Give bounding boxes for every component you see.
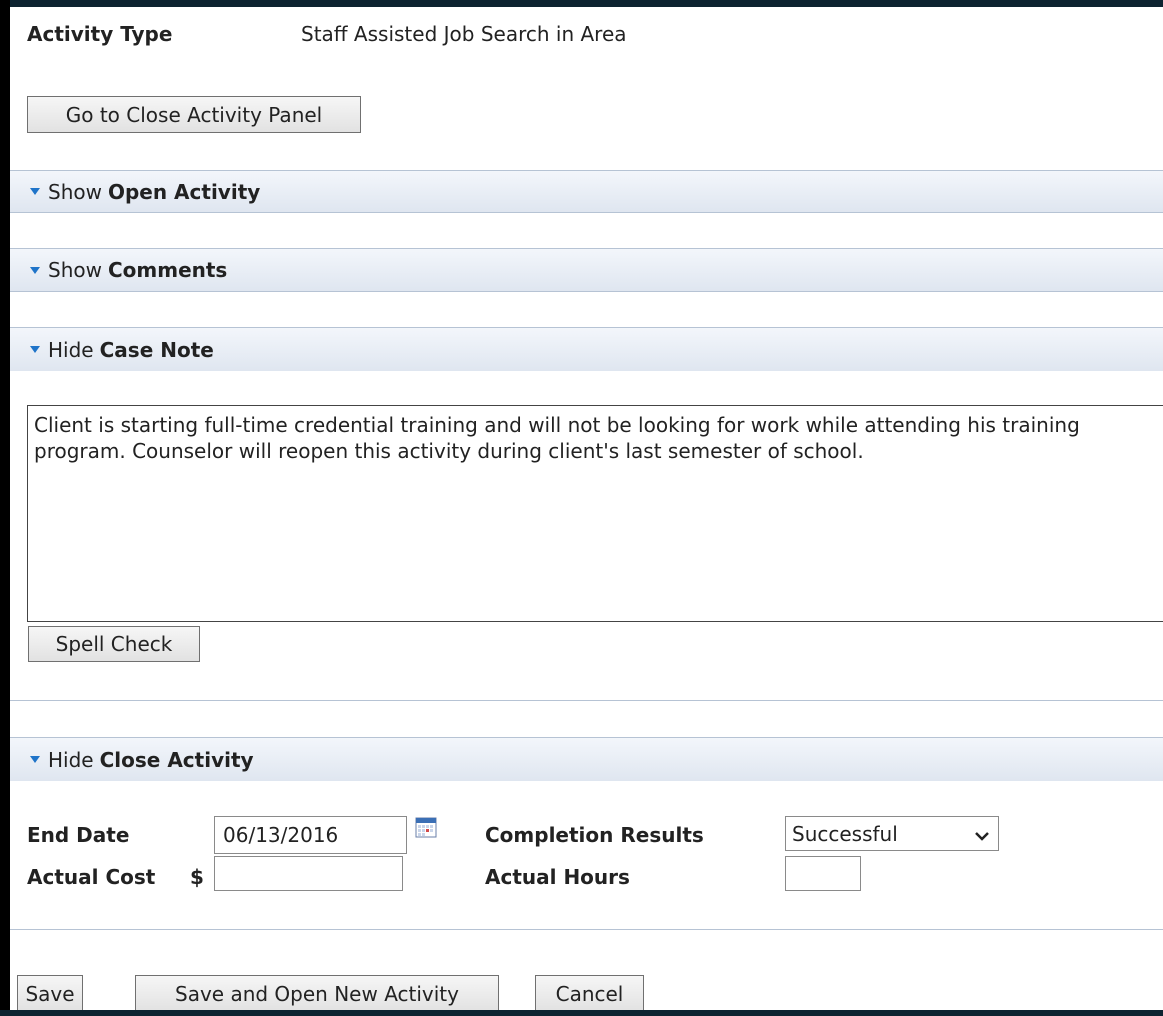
actual-cost-input[interactable] [214,856,403,891]
end-date-label: End Date [27,823,130,847]
activity-type-value: Staff Assisted Job Search in Area [301,22,627,46]
section-close-activity[interactable]: Hide Close Activity [10,737,1163,781]
section-title: Open Activity [107,179,261,204]
section-title: Close Activity [99,747,254,772]
end-date-input[interactable] [214,816,407,854]
actual-hours-input[interactable] [785,856,861,891]
triangle-down-icon [30,346,40,353]
actual-hours-label: Actual Hours [485,865,630,889]
triangle-down-icon [30,188,40,195]
activity-page: Activity Type Staff Assisted Job Search … [10,7,1163,1010]
section-comments[interactable]: Show Comments [10,248,1163,292]
section-toggle-text: Hide [48,337,94,362]
section-title: Comments [107,258,228,282]
section-open-activity[interactable]: Show Open Activity [10,170,1163,213]
window-frame-top [0,0,1163,7]
chevron-down-icon [974,825,990,849]
window-frame-left [0,0,10,1016]
actual-cost-label: Actual Cost [27,865,156,889]
divider [10,929,1163,930]
spell-check-button[interactable]: Spell Check [28,626,200,662]
window-frame-bottom [0,1010,1163,1016]
section-case-note[interactable]: Hide Case Note [10,327,1163,371]
completion-results-select[interactable]: Successful [785,816,999,851]
cancel-button[interactable]: Cancel [535,975,644,1010]
currency-symbol: $ [190,865,204,889]
activity-type-label: Activity Type [27,22,173,46]
section-toggle-text: Show [48,258,102,282]
section-toggle-text: Hide [48,747,94,772]
section-toggle-text: Show [48,179,102,204]
save-and-open-new-activity-button[interactable]: Save and Open New Activity [135,975,499,1010]
triangle-down-icon [30,266,40,274]
triangle-down-icon [30,756,40,763]
completion-results-value: Successful [792,821,898,846]
save-button[interactable]: Save [17,975,83,1010]
calendar-icon[interactable] [415,816,437,842]
go-to-close-activity-panel-button[interactable]: Go to Close Activity Panel [27,96,361,133]
case-note-textarea[interactable]: Client is starting full-time credential … [27,405,1163,622]
completion-results-label: Completion Results [485,823,704,847]
divider [10,700,1163,701]
section-title: Case Note [99,337,214,362]
